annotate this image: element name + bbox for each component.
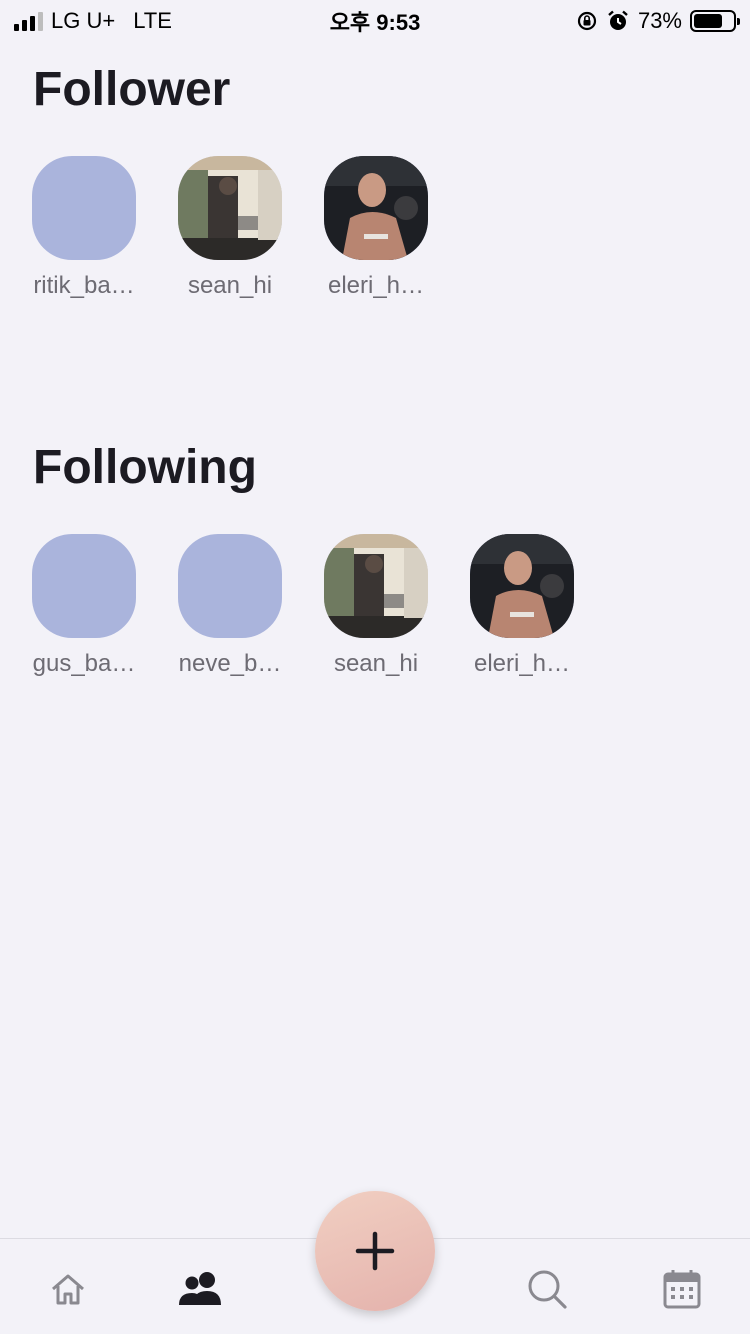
network-label: LTE xyxy=(133,8,172,33)
username: eleri_h… xyxy=(473,650,571,677)
following-item[interactable]: eleri_h… xyxy=(470,534,574,678)
plus-icon xyxy=(355,1231,395,1271)
calendar-icon xyxy=(663,1270,701,1309)
username: ritik_ba… xyxy=(33,272,135,299)
follower-item[interactable]: sean_hi xyxy=(178,156,282,300)
people-icon xyxy=(179,1272,221,1305)
status-bar: LG U+ LTE 오후 9:53 73% xyxy=(0,0,750,42)
nav-people[interactable] xyxy=(177,1265,225,1313)
avatar xyxy=(178,534,282,638)
nav-home[interactable] xyxy=(44,1265,92,1313)
follower-list: ritik_ba… sean_hi eleri_h… xyxy=(32,156,428,300)
nav-calendar[interactable] xyxy=(658,1265,706,1313)
alarm-icon xyxy=(608,10,628,30)
search-icon xyxy=(528,1270,567,1309)
carrier-label: LG U+ xyxy=(51,8,116,33)
status-left: LG U+ LTE xyxy=(14,8,172,34)
following-item[interactable]: neve_b… xyxy=(178,534,282,678)
home-icon xyxy=(52,1274,84,1305)
username: sean_hi xyxy=(187,272,273,299)
follower-item[interactable]: ritik_ba… xyxy=(32,156,136,300)
battery-percent: 73% xyxy=(637,8,682,33)
username: gus_ba… xyxy=(32,650,136,677)
following-item[interactable]: gus_ba… xyxy=(32,534,136,678)
following-list: gus_ba… neve_b… sean_hi eleri_h… xyxy=(32,534,574,678)
avatar xyxy=(470,534,574,638)
orientation-lock-icon xyxy=(577,11,597,31)
following-title: Following xyxy=(33,441,257,494)
signal-icon xyxy=(14,11,43,31)
add-button[interactable] xyxy=(315,1191,435,1311)
username: eleri_h… xyxy=(327,272,425,299)
avatar xyxy=(324,156,428,260)
follower-item[interactable]: eleri_h… xyxy=(324,156,428,300)
username: neve_b… xyxy=(178,650,282,677)
follower-title: Follower xyxy=(33,63,231,116)
battery-icon xyxy=(690,10,740,32)
avatar xyxy=(32,156,136,260)
avatar xyxy=(178,156,282,260)
following-item[interactable]: sean_hi xyxy=(324,534,428,678)
nav-search[interactable] xyxy=(523,1265,571,1313)
avatar xyxy=(324,534,428,638)
username: sean_hi xyxy=(333,650,419,677)
avatar xyxy=(32,534,136,638)
status-right: 73% xyxy=(576,8,740,34)
